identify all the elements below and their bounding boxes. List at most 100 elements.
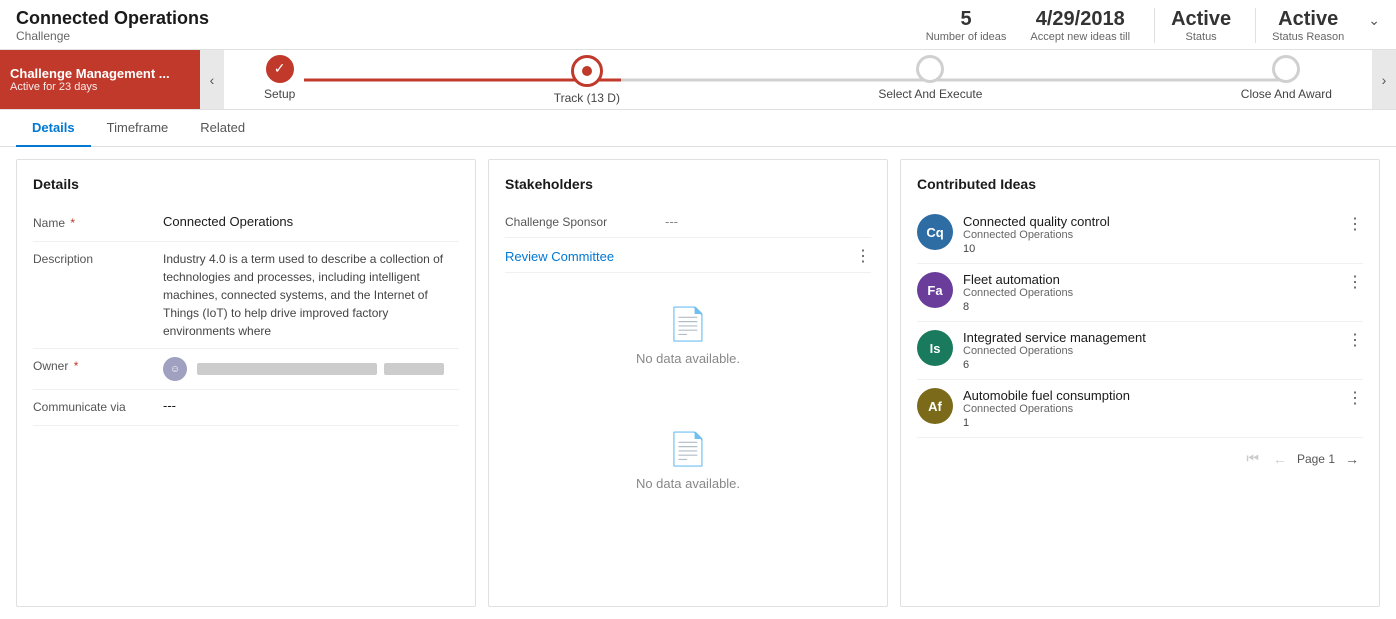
header-right: 5 Number of ideas 4/29/2018 Accept new i… — [926, 8, 1380, 43]
field-name-label: Name * — [33, 214, 163, 230]
idea-count: 8 — [963, 301, 1337, 313]
tabs-bar: Details Timeframe Related — [0, 110, 1396, 147]
sponsor-no-data-text: No data available. — [636, 476, 740, 491]
stage-close-award[interactable]: Close And Award — [1241, 55, 1332, 105]
idea-more-button[interactable]: ⋮ — [1347, 214, 1363, 234]
stages-list: ✓ Setup Track (13 D) Select And Execute … — [264, 55, 1332, 105]
app-title: Connected Operations — [16, 8, 209, 29]
idea-count: 6 — [963, 359, 1337, 371]
stakeholders-panel: Stakeholders Challenge Sponsor --- Revie… — [488, 159, 888, 607]
idea-count: 1 — [963, 417, 1337, 429]
stat-date-value: 4/29/2018 — [1030, 8, 1130, 31]
field-owner-value: ☺ — [163, 357, 459, 381]
idea-info: Connected quality control Connected Oper… — [963, 214, 1337, 255]
header-chevron-button[interactable]: ⌄ — [1368, 12, 1380, 29]
idea-sub: Connected Operations — [963, 229, 1337, 241]
details-panel-title: Details — [33, 176, 459, 192]
app-subtitle: Challenge — [16, 29, 209, 43]
idea-sub: Connected Operations — [963, 287, 1337, 299]
committee-more-button[interactable]: ⋮ — [855, 246, 871, 266]
idea-more-button[interactable]: ⋮ — [1347, 330, 1363, 350]
idea-row[interactable]: Af Automobile fuel consumption Connected… — [917, 380, 1363, 438]
owner-name-blur — [197, 363, 377, 375]
ideas-panel: Contributed Ideas Cq Connected quality c… — [900, 159, 1380, 607]
main-content: Details Name * Connected Operations Desc… — [0, 147, 1396, 619]
idea-info: Automobile fuel consumption Connected Op… — [963, 388, 1337, 429]
stage-track-label: Track (13 D) — [554, 91, 620, 105]
stat-ideas-value: 5 — [926, 8, 1007, 31]
ideas-list: Cq Connected quality control Connected O… — [917, 206, 1363, 438]
committee-label: Review Committee — [505, 249, 614, 264]
field-description-value: Industry 4.0 is a term used to describe … — [163, 250, 459, 340]
idea-avatar: Fa — [917, 272, 953, 308]
field-communicate-value: --- — [163, 398, 459, 413]
committee-section-header: Review Committee ⋮ — [505, 238, 871, 273]
tab-related[interactable]: Related — [184, 110, 261, 147]
stage-setup-circle: ✓ — [266, 55, 294, 83]
idea-sub: Connected Operations — [963, 403, 1337, 415]
idea-avatar: Is — [917, 330, 953, 366]
idea-more-button[interactable]: ⋮ — [1347, 388, 1363, 408]
idea-avatar: Cq — [917, 214, 953, 250]
idea-avatar: Af — [917, 388, 953, 424]
stat-reason-value: Active — [1272, 8, 1344, 31]
stage-nav-left-button[interactable]: ‹ — [200, 50, 224, 109]
idea-info: Integrated service management Connected … — [963, 330, 1337, 371]
pagination-first-button[interactable]: ⏮ — [1242, 448, 1263, 469]
pagination-page-label: Page 1 — [1297, 452, 1335, 466]
idea-title: Fleet automation — [963, 272, 1337, 287]
idea-title: Automobile fuel consumption — [963, 388, 1337, 403]
field-name: Name * Connected Operations — [33, 206, 459, 242]
idea-sub: Connected Operations — [963, 345, 1337, 357]
sponsor-row: Challenge Sponsor --- — [505, 206, 871, 238]
stat-ideas: 5 Number of ideas — [926, 8, 1007, 43]
header-left: Connected Operations Challenge — [16, 8, 209, 43]
stage-select-execute[interactable]: Select And Execute — [878, 55, 982, 105]
idea-info: Fleet automation Connected Operations 8 — [963, 272, 1337, 313]
stat-reason: Active Status Reason — [1255, 8, 1344, 43]
idea-row[interactable]: Fa Fleet automation Connected Operations… — [917, 264, 1363, 322]
challenge-pill[interactable]: Challenge Management ... Active for 23 d… — [0, 50, 200, 109]
stage-track-circle — [571, 55, 603, 87]
stat-date-label: Accept new ideas till — [1030, 31, 1130, 43]
field-communicate: Communicate via --- — [33, 390, 459, 426]
idea-row[interactable]: Is Integrated service management Connect… — [917, 322, 1363, 380]
idea-row[interactable]: Cq Connected quality control Connected O… — [917, 206, 1363, 264]
idea-count: 10 — [963, 243, 1337, 255]
tab-details[interactable]: Details — [16, 110, 91, 147]
field-name-value: Connected Operations — [163, 214, 459, 229]
field-owner-required: * — [74, 359, 79, 373]
details-panel: Details Name * Connected Operations Desc… — [16, 159, 476, 607]
sponsor-no-data: 📄 No data available. — [505, 398, 871, 523]
idea-title: Connected quality control — [963, 214, 1337, 229]
owner-name-blur2 — [384, 363, 444, 375]
committee-no-data: 📄 No data available. — [505, 273, 871, 398]
field-name-required: * — [70, 216, 75, 230]
sponsor-label: Challenge Sponsor — [505, 215, 665, 229]
stage-close-award-circle — [1272, 55, 1300, 83]
idea-more-button[interactable]: ⋮ — [1347, 272, 1363, 292]
pagination-prev-button[interactable]: ← — [1269, 449, 1291, 469]
stage-setup-label: Setup — [264, 87, 295, 101]
stat-ideas-label: Number of ideas — [926, 31, 1007, 43]
stages-track: ✓ Setup Track (13 D) Select And Execute … — [224, 50, 1372, 109]
app-header: Connected Operations Challenge 5 Number … — [0, 0, 1396, 50]
stage-bar: Challenge Management ... Active for 23 d… — [0, 50, 1396, 110]
challenge-pill-title: Challenge Management ... — [10, 66, 190, 81]
field-description: Description Industry 4.0 is a term used … — [33, 242, 459, 349]
pagination: ⏮ ← Page 1 → — [917, 438, 1363, 469]
ideas-panel-title: Contributed Ideas — [917, 176, 1363, 192]
pagination-next-button[interactable]: → — [1341, 449, 1363, 469]
stage-nav-right-button[interactable]: › — [1372, 50, 1396, 109]
stat-status-value: Active — [1171, 8, 1231, 31]
field-owner: Owner * ☺ — [33, 349, 459, 390]
stage-track[interactable]: Track (13 D) — [554, 55, 620, 105]
tab-timeframe[interactable]: Timeframe — [91, 110, 185, 147]
stage-setup[interactable]: ✓ Setup — [264, 55, 295, 105]
stat-status: Active Status — [1154, 8, 1231, 43]
field-communicate-label: Communicate via — [33, 398, 163, 414]
stakeholders-panel-title: Stakeholders — [505, 176, 871, 192]
committee-no-data-text: No data available. — [636, 351, 740, 366]
stage-close-award-label: Close And Award — [1241, 87, 1332, 101]
stat-date: 4/29/2018 Accept new ideas till — [1030, 8, 1130, 43]
